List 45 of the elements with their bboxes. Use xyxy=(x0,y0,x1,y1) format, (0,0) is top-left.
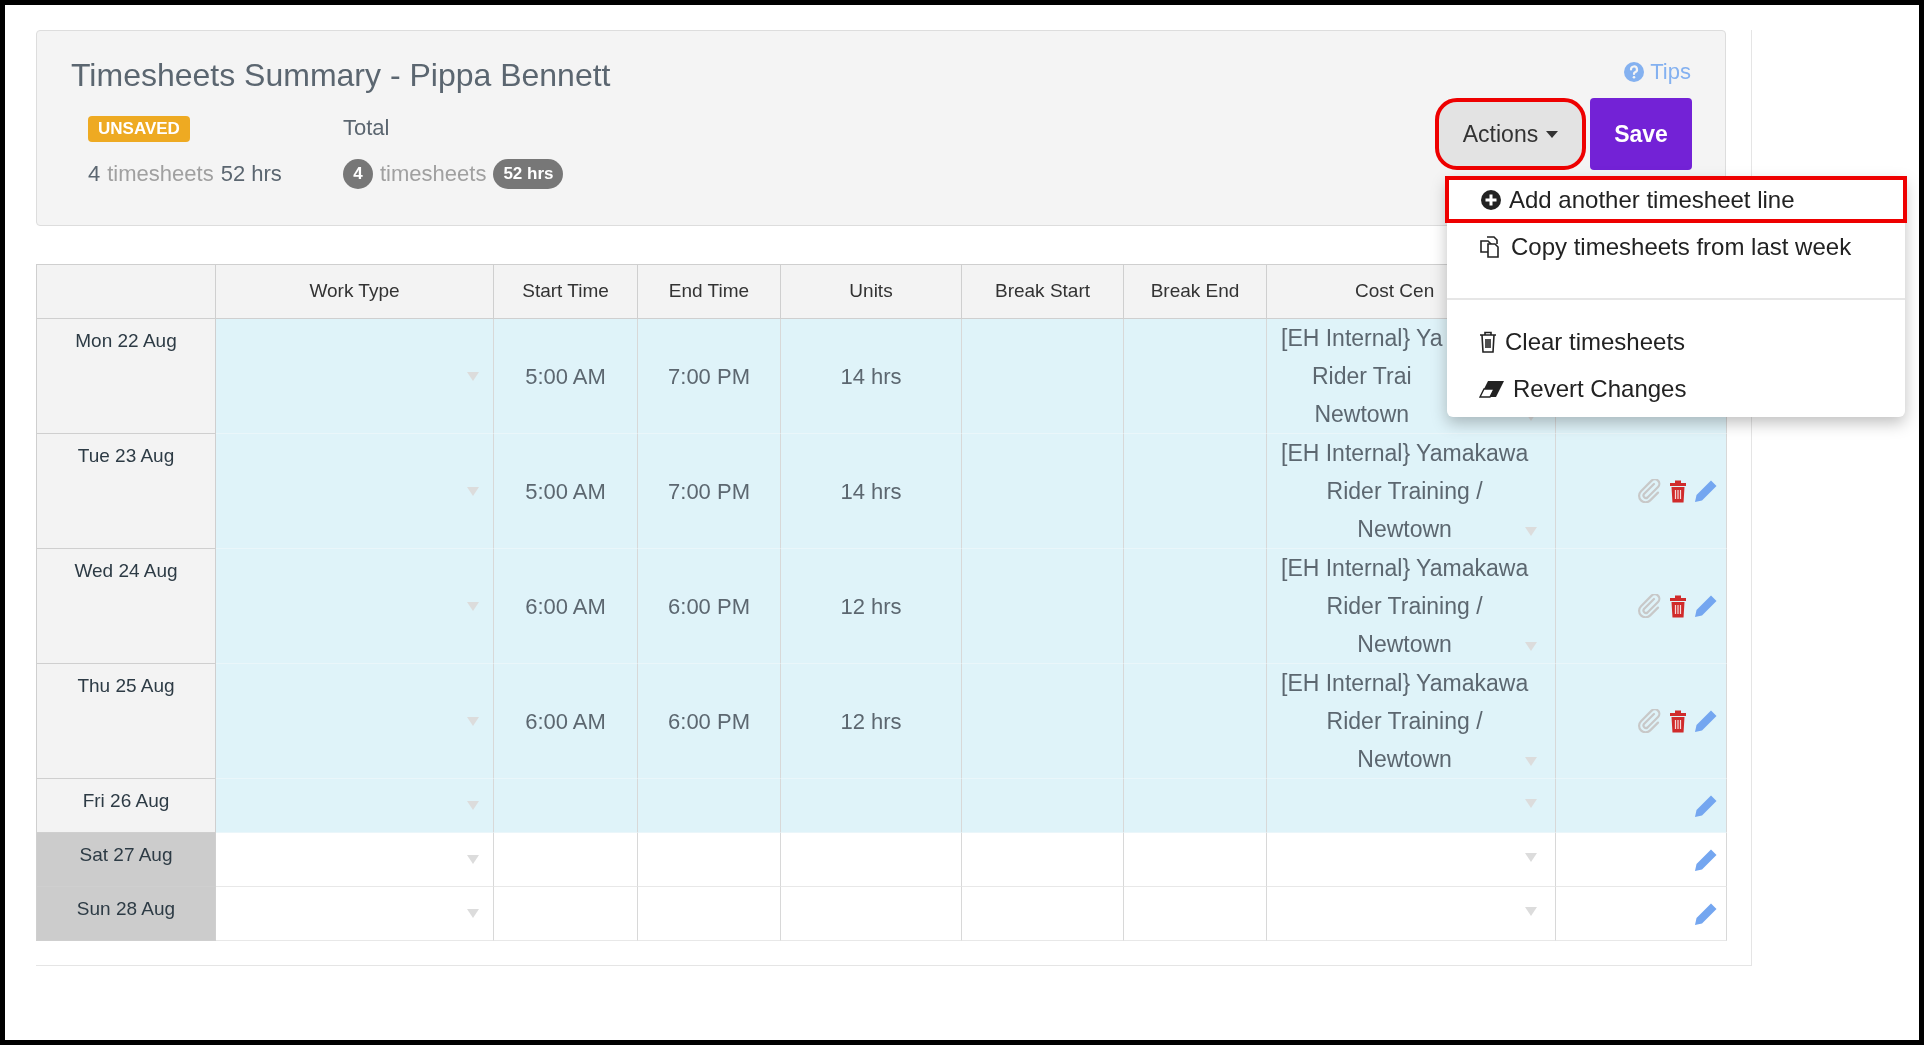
date-label: Thu 25 Aug xyxy=(77,674,175,698)
count-badge: 4 xyxy=(343,158,373,189)
menu-item[interactable]: Clear timesheets xyxy=(1447,318,1905,365)
cost-centre-text[interactable]: [EH Internal} Yamakawa Rider Training / Newtown xyxy=(1281,549,1529,663)
hours-total: 52 hrs xyxy=(220,160,282,188)
menu-item[interactable]: Revert Changes xyxy=(1447,365,1905,412)
hours-badge: 52 hrs xyxy=(493,158,564,189)
total-label: Total xyxy=(343,114,390,142)
date-label: Tue 23 Aug xyxy=(77,444,175,468)
date-label: Wed 24 Aug xyxy=(74,559,178,583)
menu-item[interactable]: Add another timesheet line xyxy=(1445,176,1907,223)
cost-centre-text[interactable]: [EH Internal} Ya Rider Trai Newtown xyxy=(1281,319,1443,433)
time-value: 6:00 PM xyxy=(668,592,750,621)
column-header: Units xyxy=(849,279,893,304)
date-label: Sat 27 Aug xyxy=(79,843,173,867)
column-header: Break Start xyxy=(994,279,1090,304)
units-value: 14 hrs xyxy=(840,362,902,391)
timesheet-label: timesheets xyxy=(107,160,214,188)
menu-item[interactable]: Copy timesheets from last week xyxy=(1447,223,1905,270)
timesheet-count: 4 xyxy=(88,160,101,188)
time-value: 7:00 PM xyxy=(668,362,750,391)
status-badge: UNSAVED xyxy=(88,116,190,142)
column-header: Break End xyxy=(1150,279,1240,304)
date-label: Sun 28 Aug xyxy=(76,897,176,921)
units-value: 12 hrs xyxy=(840,707,902,736)
column-header: Cost Cen xyxy=(1355,279,1435,304)
time-value: 5:00 AM xyxy=(525,362,606,391)
column-header: Work Type xyxy=(309,279,400,304)
date-label: Mon 22 Aug xyxy=(75,329,177,353)
column-header: End Time xyxy=(668,279,750,304)
timesheet-label: timesheets xyxy=(380,160,487,188)
cost-centre-text[interactable]: [EH Internal} Yamakawa Rider Training / Newtown xyxy=(1281,434,1529,548)
time-value: 7:00 PM xyxy=(668,477,750,506)
actions-button[interactable]: Actions xyxy=(1435,98,1586,170)
save-button[interactable]: Save xyxy=(1590,98,1692,170)
page-title: Timesheets Summary - Pippa Bennett xyxy=(71,56,611,95)
date-label: Fri 26 Aug xyxy=(82,789,170,813)
time-value: 5:00 AM xyxy=(525,477,606,506)
time-value: 6:00 PM xyxy=(668,707,750,736)
units-value: 14 hrs xyxy=(840,477,902,506)
cost-centre-text[interactable]: [EH Internal} Yamakawa Rider Training / Newtown xyxy=(1281,664,1529,778)
time-value: 6:00 AM xyxy=(525,707,606,736)
column-header: Start Time xyxy=(522,279,609,304)
units-value: 12 hrs xyxy=(840,592,902,621)
time-value: 6:00 AM xyxy=(525,592,606,621)
